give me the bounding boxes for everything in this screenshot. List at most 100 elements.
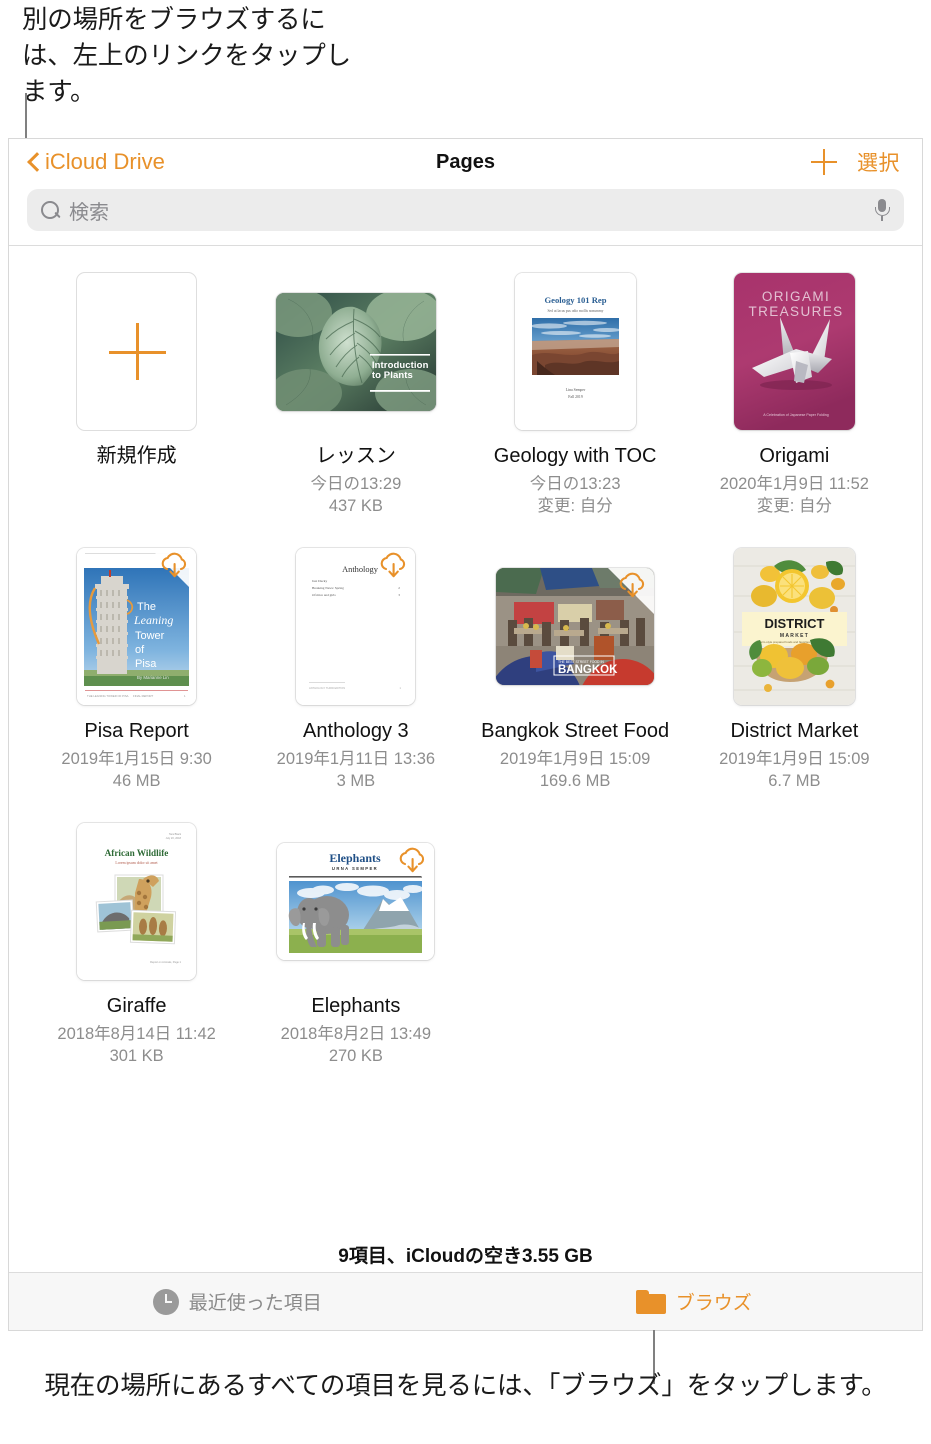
svg-text:BANGKOK: BANGKOK [558, 664, 618, 676]
document-tile[interactable]: Introduction to Plants レッスン 今日の13:29 437… [246, 260, 465, 535]
tab-browse-label: ブラウズ [675, 1293, 752, 1314]
cloud-download-badge[interactable] [369, 548, 416, 594]
district-cover-art: DISTRICT MARKET Farm-style prepared food… [733, 548, 855, 705]
giraffe-cover-art: Tara Black July 20, 2018 African Wildlif… [77, 823, 197, 980]
svg-text:Elephants: Elephants [330, 851, 382, 865]
new-document-thumb-area [76, 270, 198, 433]
document-tile[interactable]: DISTRICT MARKET Farm-style prepared food… [685, 535, 904, 810]
document-title: Geology with TOC [493, 445, 657, 467]
document-date: 2018年8月2日 13:49 [280, 1025, 432, 1043]
svg-text:Report on Animals, Page 1: Report on Animals, Page 1 [150, 960, 181, 964]
thumb-area: DISTRICT MARKET Farm-style prepared food… [733, 545, 855, 708]
status-text: 9項目、iCloudの空き3.55 GB [338, 1246, 593, 1267]
tab-recents[interactable]: 最近使った項目 [9, 1273, 466, 1330]
document-size: 6.7 MB [768, 772, 821, 791]
document-date: 2019年1月9日 15:09 [719, 750, 870, 768]
svg-text:Lorem ipsum dolor sit amet: Lorem ipsum dolor sit amet [116, 861, 159, 865]
tab-browse[interactable]: ブラウズ [466, 1273, 923, 1330]
document-thumbnail: Anthology Just Ducky Breaking News: Spri… [296, 548, 416, 705]
svg-text:MARKET: MARKET [780, 633, 809, 639]
svg-text:July 20, 2018: July 20, 2018 [166, 836, 182, 840]
svg-text:Just Ducky: Just Ducky [312, 579, 327, 583]
svg-text:Of mice and girls: Of mice and girls [312, 593, 336, 597]
document-size: 3 MB [336, 772, 376, 791]
document-tile[interactable]: Elephants URNA SEMPER Elephants 2018年8月2… [246, 810, 465, 1085]
svg-text:THE LEANING TOWER OF PISA: THE LEANING TOWER OF PISA [87, 694, 129, 698]
svg-text:Geology 101 Rep: Geology 101 Rep [544, 295, 606, 305]
device-bottom-divider [8, 1330, 923, 1331]
navigation-bar: iCloud Drive Pages 選択 [9, 139, 922, 185]
document-size: 437 KB [328, 497, 383, 516]
svg-text:Tara Black: Tara Black [169, 832, 182, 836]
document-tile[interactable]: ORIGAMI TREASURES A Celebration of Japan… [685, 260, 904, 535]
document-title: Bangkok Street Food [481, 720, 670, 742]
callout-top-leader-line [25, 93, 27, 140]
cloud-download-badge[interactable] [608, 568, 655, 614]
document-size: 変更: 自分 [537, 497, 613, 516]
thumb-area: Tara Black July 20, 2018 African Wildlif… [77, 820, 197, 983]
svg-text:Tower: Tower [135, 630, 165, 642]
thumb-area: THE BEST STREET FOOD IN BANGKOK [496, 545, 655, 708]
thumb-area: ORIGAMI TREASURES A Celebration of Japan… [733, 270, 855, 433]
back-button-label: iCloud Drive [45, 149, 165, 174]
lesson-cover-art [275, 292, 436, 411]
document-title: Origami [759, 445, 830, 467]
svg-text:DISTRICT: DISTRICT [764, 616, 824, 631]
svg-text:of: of [135, 644, 145, 656]
document-date: 2018年8月14日 11:42 [57, 1025, 216, 1043]
document-tile[interactable]: Anthology Just Ducky Breaking News: Spri… [246, 535, 465, 810]
document-tile[interactable]: Geology 101 Rep Sed ut lacus pus odio mo… [466, 260, 685, 535]
document-tile[interactable]: The Leaning Tower of Pisa By Marianne Li… [27, 535, 246, 810]
svg-text:FINAL REPORT: FINAL REPORT [133, 694, 153, 698]
document-size: 変更: 自分 [756, 497, 832, 516]
microphone-icon[interactable] [874, 198, 890, 222]
svg-text:By Marianne Lin: By Marianne Lin [137, 675, 169, 680]
document-title: Giraffe [106, 995, 167, 1017]
cloud-download-badge[interactable] [388, 843, 435, 889]
svg-text:The: The [137, 601, 156, 613]
document-thumbnail: The Leaning Tower of Pisa By Marianne Li… [77, 548, 197, 705]
document-size: 270 KB [328, 1047, 383, 1066]
thumb-area: Anthology Just Ducky Breaking News: Spri… [296, 545, 416, 708]
search-placeholder: 検索 [69, 201, 109, 224]
document-thumbnail: DISTRICT MARKET Farm-style prepared food… [733, 548, 855, 705]
screenshot-root: 別の場所をブラウズするには、左上のリンクをタップします。 iCloud Driv… [0, 0, 931, 1444]
thumb-area: Geology 101 Rep Sed ut lacus pus odio mo… [514, 270, 636, 433]
document-title: Pisa Report [84, 720, 189, 742]
cloud-download-badge[interactable] [150, 548, 197, 594]
select-button[interactable]: 選択 [857, 147, 900, 177]
document-thumbnail: Tara Black July 20, 2018 African Wildlif… [77, 823, 197, 980]
svg-text:TREASURES: TREASURES [748, 304, 843, 319]
search-input[interactable]: 検索 [27, 189, 904, 231]
geology-cover-art: Geology 101 Rep Sed ut lacus pus odio mo… [514, 273, 636, 430]
svg-text:Fall 2019: Fall 2019 [568, 395, 583, 399]
chevron-left-icon [27, 151, 40, 173]
thumb-area: Elephants URNA SEMPER [277, 820, 435, 983]
document-thumbnail: ORIGAMI TREASURES A Celebration of Japan… [733, 273, 855, 430]
document-thumbnail: THE BEST STREET FOOD IN BANGKOK [496, 568, 655, 685]
document-date: 2019年1月9日 15:09 [499, 750, 651, 768]
document-tile[interactable]: Tara Black July 20, 2018 African Wildlif… [27, 810, 246, 1085]
origami-cover-art: ORIGAMI TREASURES A Celebration of Japan… [733, 273, 855, 430]
clock-icon [152, 1288, 179, 1315]
callout-top-text: 別の場所をブラウズするには、左上のリンクをタップします。 [22, 6, 351, 107]
document-size: 301 KB [109, 1047, 164, 1066]
thumb-area: The Leaning Tower of Pisa By Marianne Li… [77, 545, 197, 708]
document-title: レッスン [315, 445, 396, 467]
svg-text:Lina Semper: Lina Semper [565, 388, 585, 392]
plus-icon[interactable] [811, 149, 837, 175]
document-size: 46 MB [112, 772, 161, 791]
tab-recents-label: 最近使った項目 [188, 1293, 322, 1314]
document-thumbnail: Geology 101 Rep Sed ut lacus pus odio mo… [514, 273, 636, 430]
device-screen: iCloud Drive Pages 選択 検索 新規作成 Introducti… [8, 138, 923, 1330]
tab-bar: 最近使った項目 ブラウズ [9, 1272, 922, 1330]
search-bar-container: 検索 [9, 185, 922, 246]
nav-right-actions: 選択 [811, 147, 900, 177]
callout-bottom-text: 現在の場所にあるすべての項目を見るには、「ブラウズ」をタップします。 [44, 1372, 887, 1400]
svg-text:Pisa: Pisa [135, 658, 157, 670]
document-tile[interactable]: THE BEST STREET FOOD IN BANGKOK Bangkok … [466, 535, 685, 810]
document-title: Anthology 3 [303, 720, 409, 742]
svg-text:A Celebration of Japanese Pape: A Celebration of Japanese Paper Folding [763, 413, 829, 417]
new-document-tile[interactable]: 新規作成 [27, 260, 246, 535]
back-to-icloud-drive-button[interactable]: iCloud Drive [27, 149, 165, 175]
